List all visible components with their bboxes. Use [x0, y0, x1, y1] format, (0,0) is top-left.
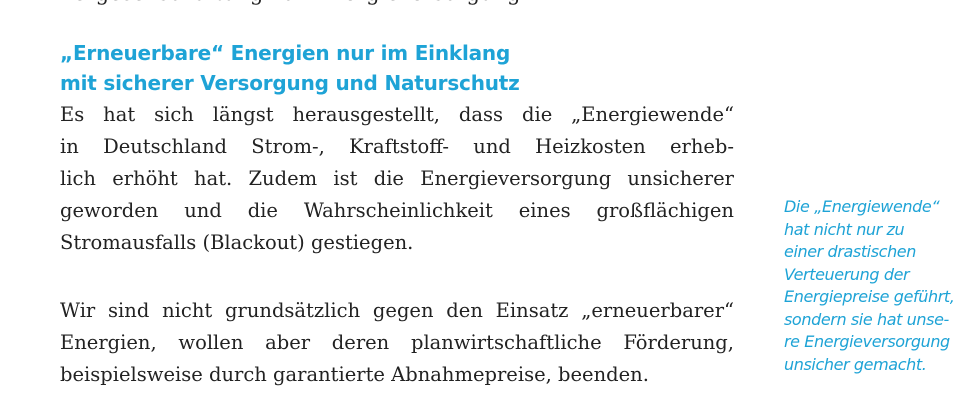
section-heading: „Erneuerbare“ Energien nur im Einklang m…: [60, 38, 760, 98]
margin-note-line: sondern sie hat unse-: [784, 309, 949, 329]
heading-line-2: mit sicherer Versorgung und Naturschutz: [60, 71, 520, 95]
previous-text-cut-line: Vergesellschaftung von Energieversorgung: [60, 0, 740, 9]
margin-note-line: einer drastischen: [784, 242, 916, 261]
paragraph-line: lich erhöht hat. Zudem ist die Energieve…: [60, 167, 734, 190]
paragraph-line: geworden und die Wahrscheinlichkeit eine…: [60, 199, 734, 222]
paragraph-renewables-position: Wir sind nicht grundsätzlich gegen den E…: [60, 295, 734, 391]
margin-note-line: re Energieversorgung: [784, 332, 950, 351]
paragraph-line: Wir sind nicht grundsätzlich gegen den E…: [60, 299, 734, 322]
margin-note-line: Die „Energiewende“: [784, 197, 940, 216]
heading-line-1: „Erneuerbare“ Energien nur im Einklang: [60, 41, 511, 65]
document-page: Vergesellschaftung von Energieversorgung…: [0, 0, 968, 416]
margin-note-line: hat nicht nur zu: [784, 219, 905, 239]
margin-note-line: unsicher gemacht.: [784, 354, 927, 374]
paragraph-line: beispielsweise durch garantierte Abnahme…: [60, 363, 649, 386]
margin-note-line: Verteuerung der: [784, 264, 910, 284]
paragraph-line: Es hat sich längst herausgestellt, dass …: [60, 103, 734, 126]
margin-note-line: Energiepreise geführt,: [784, 287, 955, 306]
paragraph-line: Energien, wollen aber deren planwirtscha…: [60, 331, 734, 354]
paragraph-energy-costs: Es hat sich längst herausgestellt, dass …: [60, 99, 734, 259]
paragraph-line: in Deutschland Strom-, Kraftstoff- und H…: [60, 135, 734, 158]
margin-note: Die „Energiewende“ hat nicht nur zu eine…: [784, 196, 964, 376]
paragraph-line: Stromausfalls (Blackout) gestiegen.: [60, 231, 414, 254]
